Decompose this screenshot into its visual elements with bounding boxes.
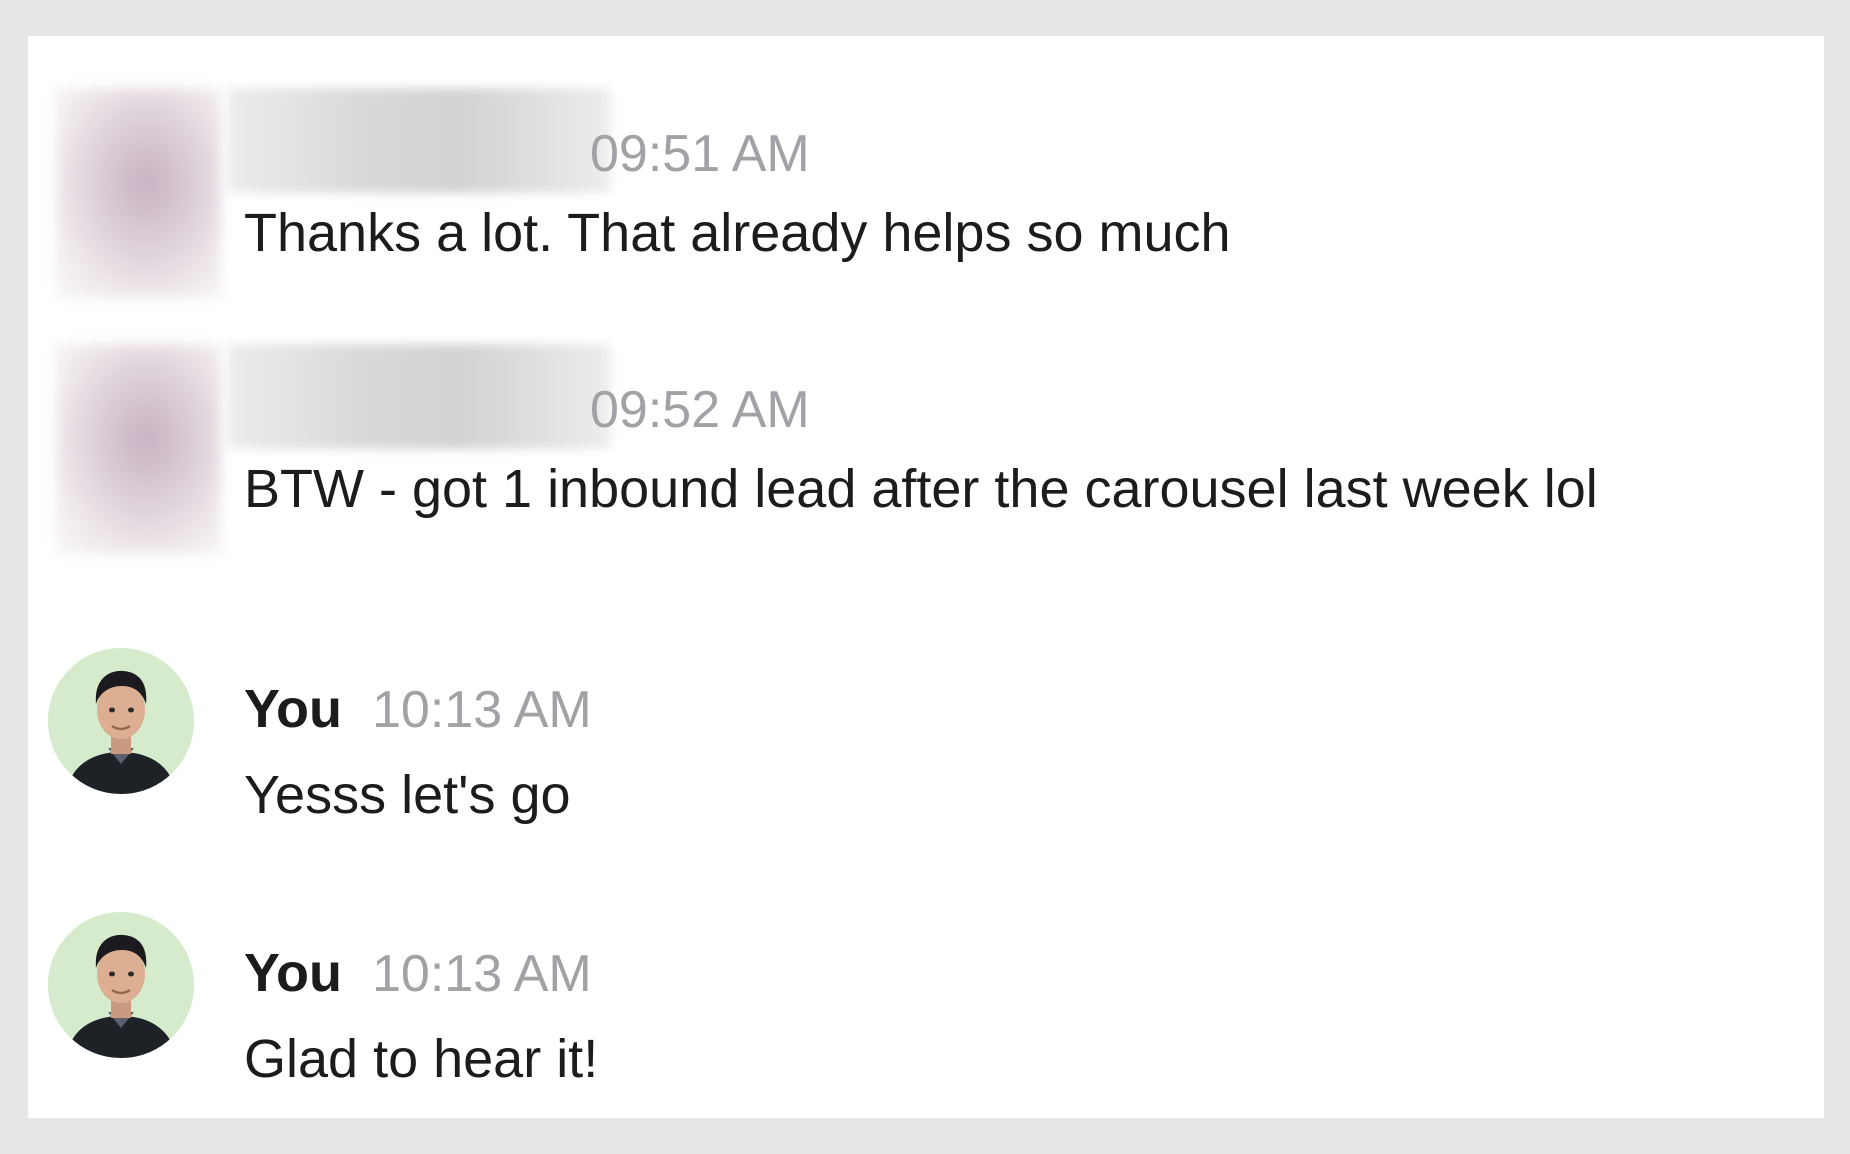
user-avatar[interactable]: [48, 648, 194, 794]
user-avatar[interactable]: [48, 912, 194, 1058]
message-item: 09:51 AM Thanks a lot. That already help…: [28, 88, 1824, 308]
message-timestamp: 10:13 AM: [372, 681, 592, 739]
message-author: You: [244, 943, 342, 1003]
redacted-sender-name: [228, 88, 611, 193]
message-text: Thanks a lot. That already helps so much: [244, 203, 1231, 263]
message-item: You 10:13 AM Yesss let's go: [28, 648, 1824, 868]
message-timestamp: 09:52 AM: [590, 381, 810, 439]
message-timestamp: 10:13 AM: [372, 945, 592, 1003]
message-author: You: [244, 679, 342, 739]
message-text: Yesss let's go: [244, 765, 571, 825]
redacted-sender-name: [228, 344, 611, 449]
message-timestamp: 09:51 AM: [590, 125, 810, 183]
message-text: Glad to hear it!: [244, 1029, 599, 1089]
message-text: BTW - got 1 inbound lead after the carou…: [244, 459, 1598, 519]
redacted-avatar: [56, 88, 221, 298]
avatar-photo-icon: [48, 648, 194, 794]
avatar-photo-icon: [48, 912, 194, 1058]
chat-panel: 09:51 AM Thanks a lot. That already help…: [28, 36, 1824, 1118]
message-item: You 10:13 AM Glad to hear it!: [28, 912, 1824, 1132]
redacted-avatar: [56, 344, 221, 554]
message-item: 09:52 AM BTW - got 1 inbound lead after …: [28, 344, 1824, 564]
